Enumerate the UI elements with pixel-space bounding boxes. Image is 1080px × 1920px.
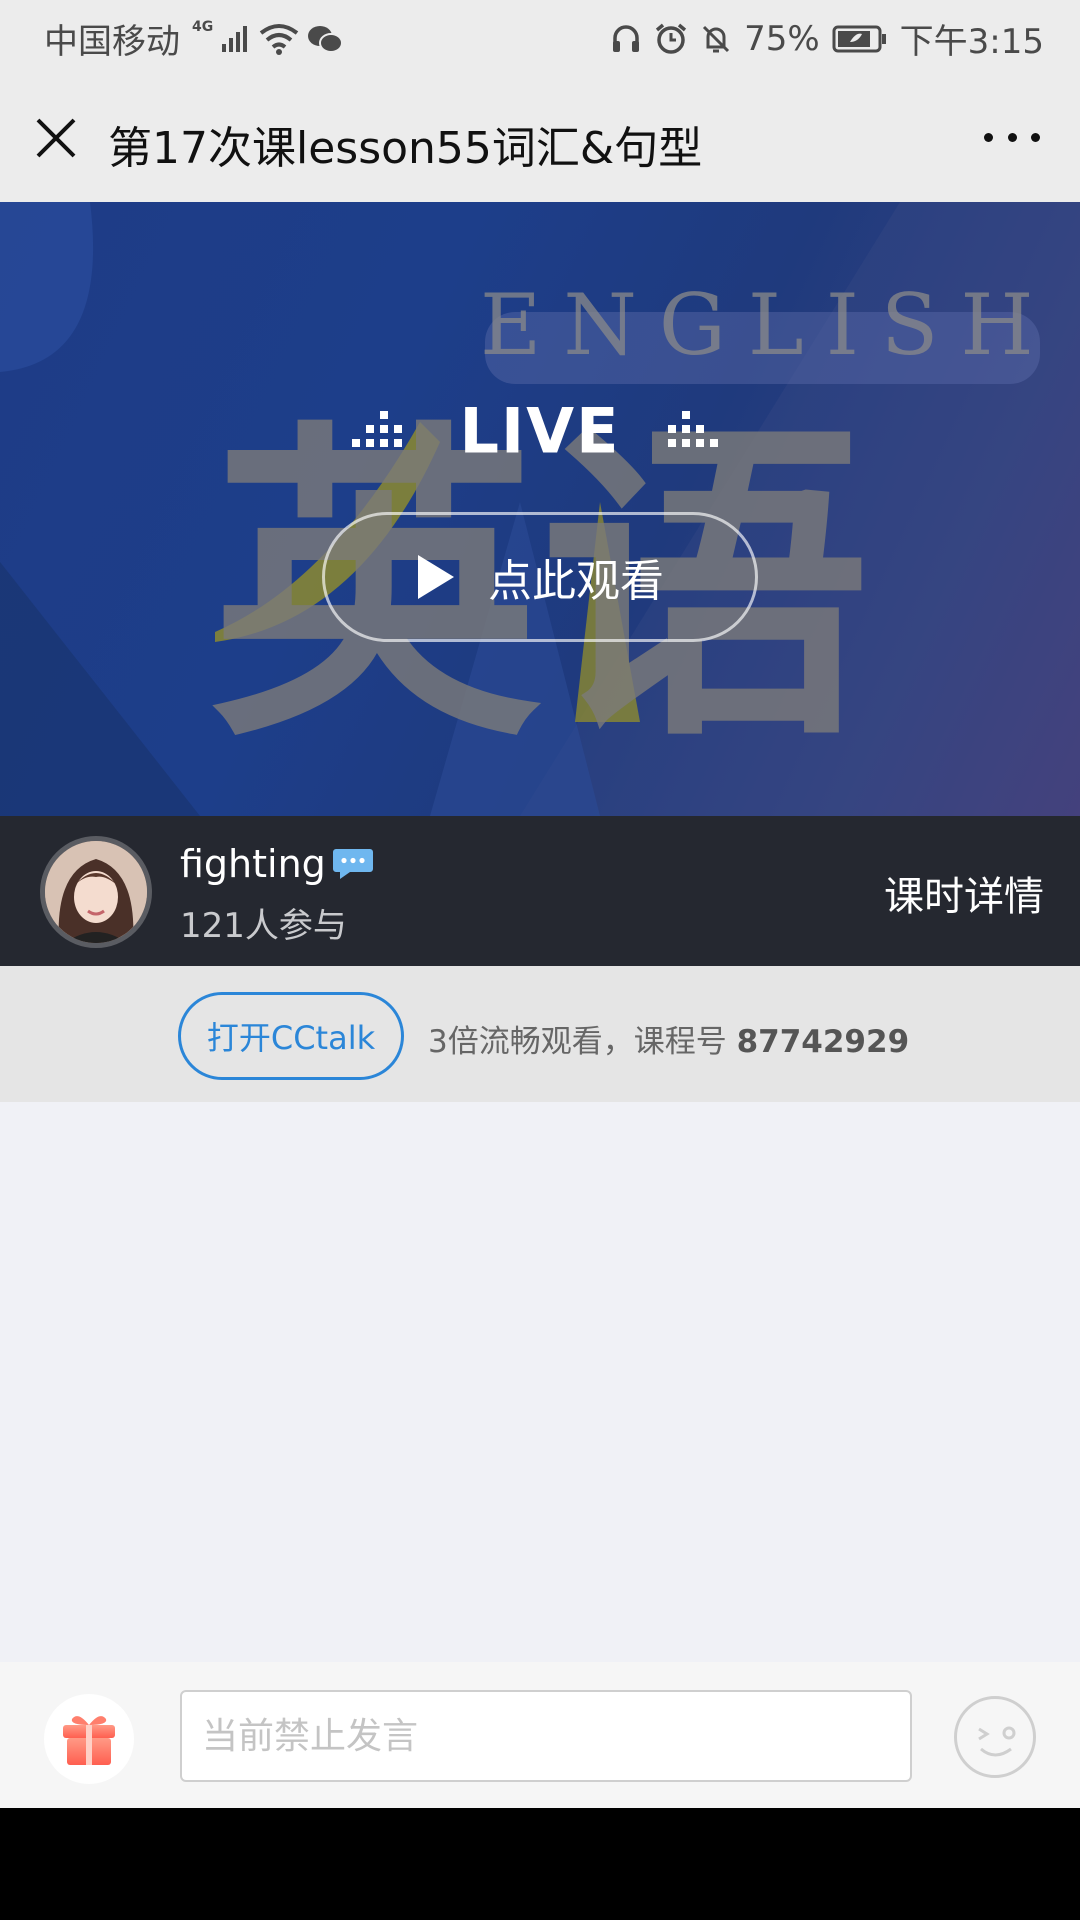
live-dots-right: [668, 410, 719, 447]
open-cctalk-button[interactable]: 打开CCtalk: [178, 992, 404, 1080]
course-number: 87742929: [736, 1024, 910, 1060]
clock: 下午3:15: [899, 22, 1044, 62]
live-badge: LIVE: [0, 390, 1080, 467]
host-name: fighting: [180, 842, 374, 886]
system-nav-strip: [0, 1808, 1080, 1920]
battery-percent: 75%: [744, 18, 820, 59]
avatar[interactable]: [40, 836, 152, 948]
wechat-icon: [307, 24, 344, 54]
more-dot: [1007, 132, 1017, 142]
battery-icon: [832, 24, 888, 54]
host-bar: fighting 121人参与 课时详情: [0, 816, 1080, 966]
close-icon[interactable]: [32, 114, 80, 162]
title-bar: 第17次课lesson55词汇&句型: [0, 76, 1080, 202]
headphones-icon: [610, 23, 642, 55]
status-left: 中国移动 4G: [44, 14, 344, 63]
host-name-text: fighting: [180, 842, 326, 886]
chat-area: [0, 1102, 1080, 1662]
promo-text: 3倍流畅观看，课程号 87742929: [428, 1016, 909, 1061]
watch-button[interactable]: 点此观看: [322, 512, 758, 642]
live-label: LIVE: [459, 394, 621, 468]
promo-bar: 打开CCtalk 3倍流畅观看，课程号 87742929: [0, 966, 1080, 1102]
lesson-detail-link[interactable]: 课时详情: [884, 864, 1044, 922]
alarm-icon: [654, 22, 688, 56]
chat-bubble-icon: [332, 849, 373, 879]
network-type: 4G: [192, 18, 214, 35]
input-bar: [0, 1662, 1080, 1808]
emoji-button[interactable]: [954, 1696, 1036, 1778]
banner-background: ENGLISH 英语: [0, 202, 1080, 816]
page-title: 第17次课lesson55词汇&句型: [108, 123, 703, 174]
participant-count: 121人参与: [180, 906, 347, 946]
carrier-label: 中国移动: [44, 22, 180, 62]
play-icon: [418, 555, 454, 599]
promo-text-body: 3倍流畅观看，课程号: [428, 1024, 737, 1060]
gift-button[interactable]: [44, 1694, 134, 1784]
mute-icon: [700, 23, 732, 55]
status-right: 75% 下午3:15: [610, 14, 1044, 63]
more-dot: [984, 132, 993, 142]
emoji-icon: [978, 1726, 1016, 1757]
watch-label: 点此观看: [488, 556, 664, 607]
app-window: 中国移动 4G 75% 下午3:15 第17次课lesson55词汇&句型 EN…: [0, 0, 1080, 1808]
more-dot: [1031, 132, 1040, 142]
signal-icon: [221, 24, 251, 54]
more-icon[interactable]: [984, 122, 1040, 152]
wifi-icon: [259, 23, 299, 55]
live-video-banner[interactable]: ENGLISH 英语 LIVE 点此观看: [0, 202, 1080, 816]
banner-english-watermark: ENGLISH: [480, 276, 1056, 374]
message-input[interactable]: [180, 1690, 912, 1782]
status-bar: 中国移动 4G 75% 下午3:15: [0, 0, 1080, 76]
gift-icon: [63, 1716, 115, 1765]
live-dots-left: [351, 410, 402, 447]
